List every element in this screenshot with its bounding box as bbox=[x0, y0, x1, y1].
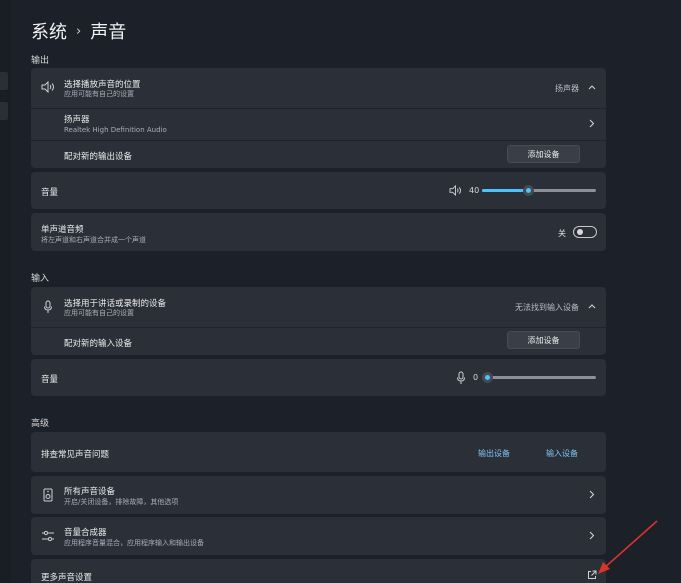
nav-pane-edge bbox=[0, 0, 10, 583]
breadcrumb-separator: › bbox=[76, 23, 82, 39]
mixer-icon bbox=[42, 530, 54, 542]
sound-device-icon bbox=[43, 488, 53, 502]
choose-output-row[interactable]: 选择播放声音的位置 应用可能有自己的设置 扬声器 bbox=[31, 68, 606, 108]
choose-output-subtitle: 应用可能有自己的设置 bbox=[64, 90, 134, 98]
all-sound-devices-card[interactable]: 所有声音设备 开启/关闭设备，排除故障，其他选项 bbox=[31, 476, 606, 514]
more-sound-settings-card[interactable]: 更多声音设置 bbox=[31, 559, 606, 583]
page-title: 声音 bbox=[90, 22, 127, 43]
chevron-right-icon bbox=[589, 531, 595, 540]
output-volume-value: 40 bbox=[469, 186, 480, 195]
speaker-volume-icon[interactable] bbox=[449, 185, 462, 196]
all-sound-devices-subtitle: 开启/关闭设备，排除故障，其他选项 bbox=[64, 498, 179, 506]
mono-audio-toggle[interactable] bbox=[573, 226, 597, 238]
section-label-input: 输入 bbox=[31, 274, 50, 284]
output-device-detail: Realtek High Definition Audio bbox=[64, 126, 167, 134]
troubleshoot-card: 排查常见声音问题 输出设备 输入设备 bbox=[31, 432, 606, 472]
input-device-card: 选择用于讲话或录制的设备 应用可能有自己的设置 无法找到输入设备 配对新的输入设… bbox=[31, 287, 606, 355]
section-label-advanced: 高级 bbox=[31, 419, 50, 429]
microphone-volume-icon[interactable] bbox=[456, 371, 466, 385]
pair-output-label: 配对新的输出设备 bbox=[64, 152, 133, 162]
chevron-right-icon bbox=[589, 490, 595, 499]
output-device-name: 扬声器 bbox=[64, 115, 90, 125]
all-sound-devices-title: 所有声音设备 bbox=[64, 487, 116, 497]
nav-item-stub[interactable] bbox=[0, 102, 8, 120]
output-volume-card: 音量 40 bbox=[31, 172, 606, 209]
choose-input-subtitle: 应用可能有自己的设置 bbox=[64, 309, 134, 317]
pair-input-row: 配对新的输入设备 添加设备 bbox=[31, 328, 606, 355]
more-sound-settings-label: 更多声音设置 bbox=[41, 573, 93, 583]
troubleshoot-label: 排查常见声音问题 bbox=[41, 450, 110, 460]
input-volume-slider[interactable] bbox=[482, 372, 596, 383]
chevron-right-icon bbox=[589, 119, 595, 128]
choose-input-row[interactable]: 选择用于讲话或录制的设备 应用可能有自己的设置 无法找到输入设备 bbox=[31, 287, 606, 327]
external-link-icon[interactable] bbox=[587, 570, 597, 580]
add-output-device-button[interactable]: 添加设备 bbox=[507, 145, 580, 163]
volume-mixer-subtitle: 应用程序音量混合，应用程序输入和输出设备 bbox=[64, 539, 204, 547]
pair-input-label: 配对新的输入设备 bbox=[64, 339, 133, 349]
section-label-output: 输出 bbox=[31, 56, 50, 66]
output-volume-thumb[interactable] bbox=[523, 185, 534, 196]
input-volume-thumb[interactable] bbox=[482, 372, 493, 383]
input-selected-device: 无法找到输入设备 bbox=[515, 303, 579, 312]
output-selected-device: 扬声器 bbox=[555, 84, 579, 93]
mono-audio-subtitle: 将左声道和右声道合并成一个声道 bbox=[41, 236, 146, 244]
output-device-troubleshoot-link[interactable]: 输出设备 bbox=[478, 448, 510, 459]
nav-item-stub[interactable] bbox=[0, 72, 8, 90]
output-device-card: 选择播放声音的位置 应用可能有自己的设置 扬声器 扬声器 Realtek Hig… bbox=[31, 68, 606, 168]
breadcrumb-parent[interactable]: 系统 bbox=[31, 18, 67, 44]
microphone-icon bbox=[44, 300, 52, 313]
add-input-device-button[interactable]: 添加设备 bbox=[507, 331, 580, 349]
volume-mixer-title: 音量合成器 bbox=[64, 528, 107, 538]
input-volume-value: 0 bbox=[473, 373, 479, 382]
output-device-row[interactable]: 扬声器 Realtek High Definition Audio bbox=[31, 109, 606, 140]
output-volume-label: 音量 bbox=[41, 188, 59, 198]
output-volume-fill bbox=[482, 189, 528, 192]
input-device-troubleshoot-link[interactable]: 输入设备 bbox=[546, 448, 578, 459]
mono-audio-card: 单声道音频 将左声道和右声道合并成一个声道 关 bbox=[31, 213, 606, 251]
input-volume-label: 音量 bbox=[41, 375, 59, 385]
input-volume-card: 音量 0 bbox=[31, 359, 606, 396]
chevron-up-icon[interactable] bbox=[588, 303, 596, 309]
volume-mixer-card[interactable]: 音量合成器 应用程序音量混合，应用程序输入和输出设备 bbox=[31, 517, 606, 555]
output-volume-slider[interactable] bbox=[482, 185, 596, 196]
mono-audio-state: 关 bbox=[558, 229, 566, 238]
speaker-icon bbox=[41, 81, 54, 93]
mono-audio-title: 单声道音频 bbox=[41, 225, 84, 235]
breadcrumb: 系统 › 声音 bbox=[31, 18, 126, 44]
pair-output-row: 配对新的输出设备 添加设备 bbox=[31, 141, 606, 168]
chevron-up-icon[interactable] bbox=[588, 84, 596, 90]
